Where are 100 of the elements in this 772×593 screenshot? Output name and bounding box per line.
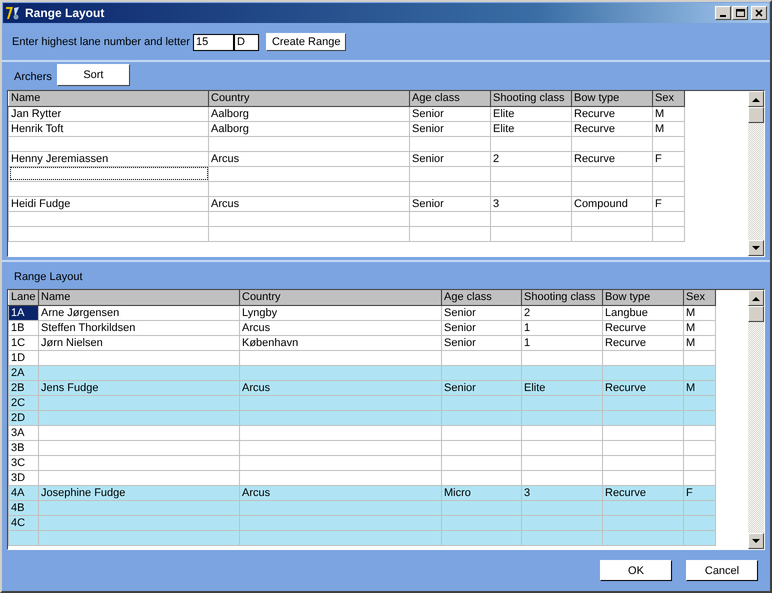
range-layout-label: Range Layout bbox=[14, 271, 82, 283]
sort-button[interactable]: Sort bbox=[56, 64, 130, 86]
table-cell: Senior bbox=[410, 106, 490, 121]
maximize-icon bbox=[734, 7, 746, 19]
column-header[interactable]: Shooting class bbox=[522, 290, 602, 305]
lane-cell[interactable]: 2C bbox=[8, 395, 38, 410]
lane-cell[interactable]: 1B bbox=[8, 320, 38, 335]
column-header[interactable]: Sex bbox=[652, 91, 684, 106]
table-cell: Senior bbox=[410, 196, 490, 211]
lane-cell[interactable]: 3B bbox=[8, 440, 38, 455]
minimize-icon bbox=[720, 15, 726, 17]
table-cell: M bbox=[684, 335, 716, 350]
table-cell: Arcus bbox=[240, 485, 442, 500]
table-cell: Recurve bbox=[572, 106, 652, 121]
table-cell: 2 bbox=[522, 305, 602, 320]
scroll-up-button[interactable] bbox=[748, 290, 764, 306]
create-range-button[interactable]: Create Range bbox=[266, 33, 346, 51]
table-cell: M bbox=[652, 121, 684, 136]
focused-cell[interactable] bbox=[8, 166, 208, 181]
table-cell: Elite bbox=[490, 106, 572, 121]
archers-label: Archers bbox=[14, 71, 52, 83]
lane-number-field[interactable]: 15 bbox=[192, 34, 234, 50]
table-cell: Senior bbox=[410, 151, 490, 166]
column-header[interactable]: Age class bbox=[410, 91, 490, 106]
lane-cell[interactable]: 2B bbox=[8, 380, 38, 395]
lane-letter-field[interactable]: D bbox=[234, 34, 259, 50]
window-title: Range Layout bbox=[25, 6, 106, 20]
minimize-button[interactable] bbox=[715, 6, 731, 20]
lane-cell[interactable]: 3C bbox=[8, 455, 38, 470]
table-cell: Arcus bbox=[208, 151, 410, 166]
lane-cell[interactable]: 1A bbox=[8, 305, 38, 320]
table-cell: Henrik Toft bbox=[8, 121, 208, 136]
lane-cell[interactable]: 1D bbox=[8, 350, 38, 365]
table-cell: Compound bbox=[572, 196, 652, 211]
table-cell: Recurve bbox=[602, 335, 684, 350]
close-button[interactable] bbox=[751, 6, 767, 20]
dialog-button[interactable]: OK bbox=[600, 560, 672, 581]
table-cell: Recurve bbox=[602, 380, 684, 395]
down-arrow-icon bbox=[752, 538, 760, 544]
table-cell: Recurve bbox=[602, 485, 684, 500]
column-header[interactable]: Shooting class bbox=[490, 91, 572, 106]
down-arrow-icon bbox=[752, 246, 760, 250]
table-cell: 3 bbox=[490, 196, 572, 211]
lane-cell[interactable]: 4A bbox=[8, 485, 38, 500]
table-cell: Senior bbox=[442, 335, 522, 350]
column-header[interactable]: Bow type bbox=[602, 290, 684, 305]
table-cell: Josephine Fudge bbox=[38, 485, 240, 500]
table-cell: 2 bbox=[490, 151, 572, 166]
table-cell: 1 bbox=[522, 320, 602, 335]
table-cell: Arcus bbox=[240, 320, 442, 335]
lane-cell[interactable]: 3D bbox=[8, 470, 38, 485]
lane-cell[interactable]: 1C bbox=[8, 335, 38, 350]
scrollbar[interactable] bbox=[748, 91, 764, 256]
column-header[interactable]: Name bbox=[38, 290, 240, 305]
lane-cell[interactable]: 2A bbox=[8, 365, 38, 380]
column-header[interactable]: Name bbox=[8, 91, 208, 106]
lane-cell[interactable]: 4C bbox=[8, 515, 38, 530]
lane-cell[interactable]: 3A bbox=[8, 425, 38, 440]
table-cell: Jan Rytter bbox=[8, 106, 208, 121]
table-cell: Aalborg bbox=[208, 121, 410, 136]
column-header[interactable]: Lane bbox=[8, 290, 38, 305]
table-cell: Elite bbox=[490, 121, 572, 136]
table-cell: M bbox=[684, 305, 716, 320]
scroll-down-button[interactable] bbox=[748, 533, 764, 549]
scroll-down-button[interactable] bbox=[748, 240, 764, 256]
table-cell: Recurve bbox=[602, 320, 684, 335]
lane-cell[interactable]: 4B bbox=[8, 500, 38, 515]
column-header[interactable]: Country bbox=[208, 91, 410, 106]
up-arrow-icon bbox=[752, 96, 760, 102]
table-cell: F bbox=[684, 485, 716, 500]
table-cell: Lyngby bbox=[240, 305, 442, 320]
table-cell: M bbox=[684, 380, 716, 395]
table-cell: Senior bbox=[410, 121, 490, 136]
table-cell: Arcus bbox=[240, 380, 442, 395]
scrollbar[interactable] bbox=[748, 290, 764, 549]
column-header[interactable]: Bow type bbox=[572, 91, 652, 106]
table-cell: Micro bbox=[442, 485, 522, 500]
table-cell: Recurve bbox=[572, 151, 652, 166]
scroll-thumb[interactable] bbox=[748, 107, 764, 123]
table-cell: Henny Jeremiassen bbox=[8, 151, 208, 166]
table-cell: 1 bbox=[522, 335, 602, 350]
table-cell: Langbue bbox=[602, 305, 684, 320]
table-cell: Arne Jørgensen bbox=[38, 305, 240, 320]
dialog-button[interactable]: Cancel bbox=[686, 560, 758, 581]
table-cell: Elite bbox=[522, 380, 602, 395]
table-cell: Senior bbox=[442, 380, 522, 395]
scroll-thumb[interactable] bbox=[748, 306, 764, 322]
close-icon bbox=[753, 7, 765, 19]
table-cell: M bbox=[652, 106, 684, 121]
column-header[interactable]: Age class bbox=[442, 290, 522, 305]
table-cell: Senior bbox=[442, 305, 522, 320]
lane-entry-label: Enter highest lane number and letter bbox=[12, 36, 190, 48]
table-cell: M bbox=[684, 320, 716, 335]
lane-cell[interactable]: 2D bbox=[8, 410, 38, 425]
table-cell: Recurve bbox=[572, 121, 652, 136]
maximize-button[interactable] bbox=[732, 6, 748, 20]
column-header[interactable]: Sex bbox=[684, 290, 716, 305]
table-cell: Jens Fudge bbox=[38, 380, 240, 395]
scroll-up-button[interactable] bbox=[748, 91, 764, 107]
column-header[interactable]: Country bbox=[240, 290, 442, 305]
